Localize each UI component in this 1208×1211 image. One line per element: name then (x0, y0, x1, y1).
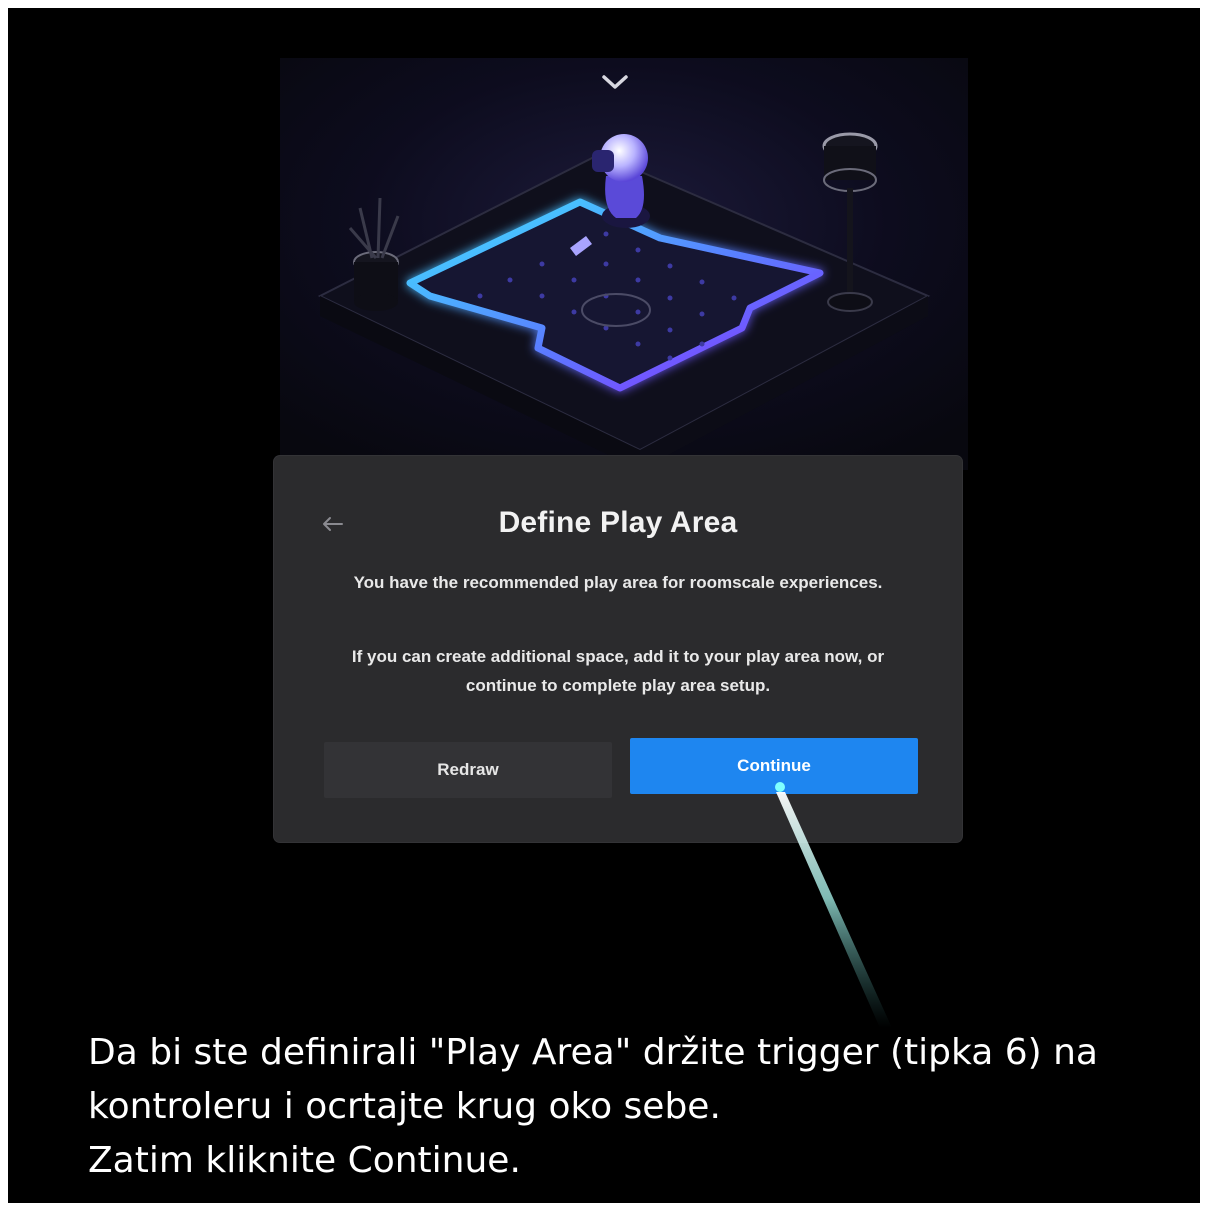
instruction-caption: Da bi ste definirali "Play Area" držite … (88, 1026, 1188, 1188)
dialog-paragraph-additional-space: If you can create additional space, add … (351, 647, 885, 695)
caption-line-2: kontroleru i ocrtajte krug oko sebe. (88, 1086, 721, 1127)
vr-screen: Define Play Area You have the recommende… (8, 8, 1200, 1203)
chevron-down-icon[interactable] (598, 70, 632, 94)
dialog-paragraph-recommended: You have the recommended play area for r… (353, 573, 883, 592)
define-play-area-dialog: Define Play Area You have the recommende… (274, 456, 962, 842)
play-area-illustration (280, 58, 968, 470)
dialog-title: Define Play Area (498, 506, 738, 539)
continue-button[interactable]: Continue (630, 738, 918, 794)
caption-line-3: Zatim kliknite Continue. (88, 1140, 521, 1181)
redraw-button[interactable]: Redraw (324, 742, 612, 798)
caption-line-1: Da bi ste definirali "Play Area" držite … (88, 1032, 1098, 1073)
